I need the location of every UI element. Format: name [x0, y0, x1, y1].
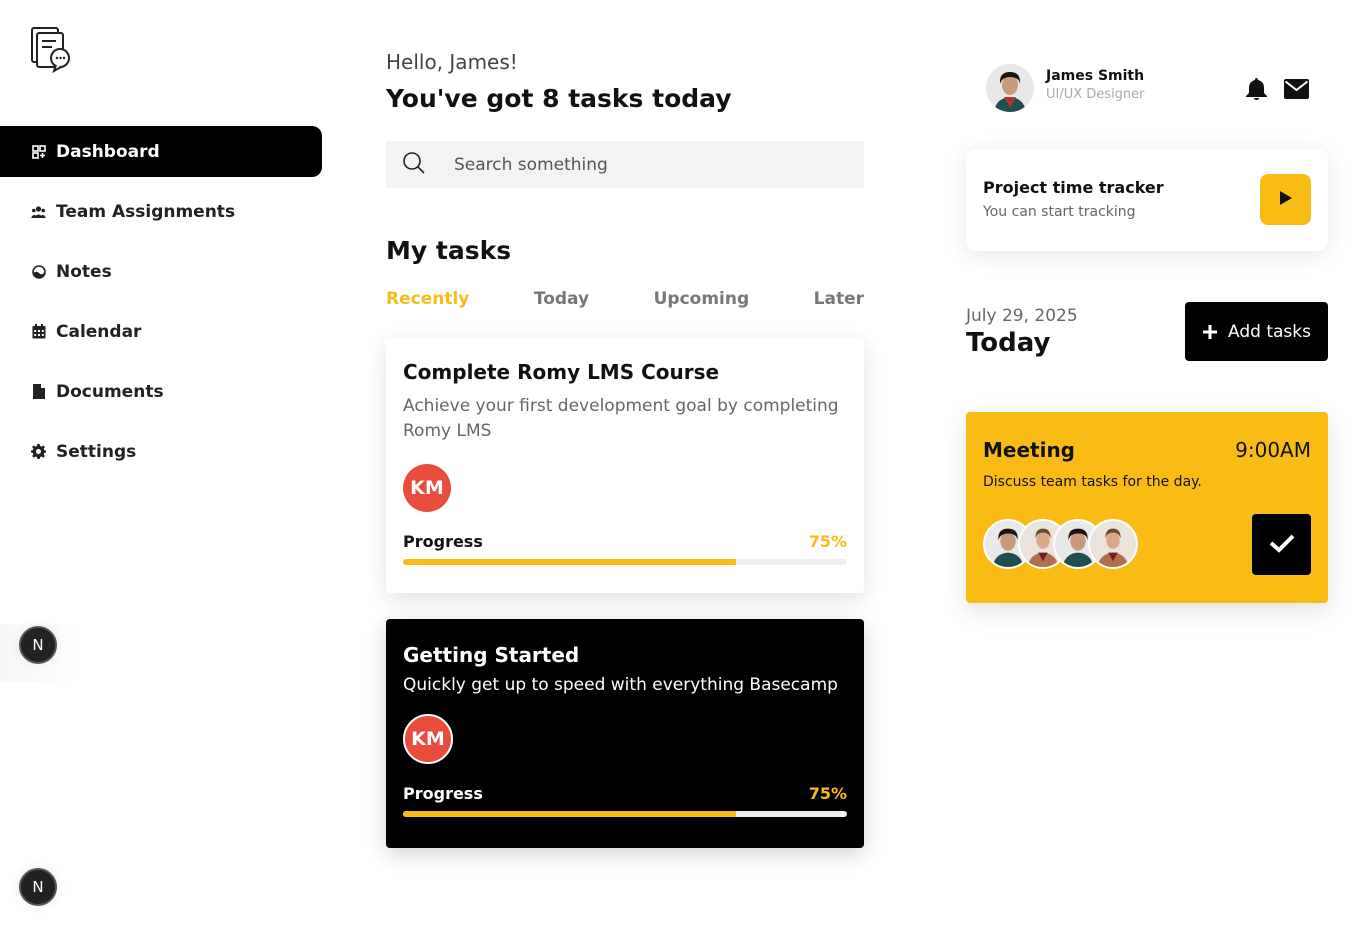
task-description: Quickly get up to speed with everything … — [403, 675, 838, 695]
task-description: Achieve your first development goal by c… — [403, 396, 839, 441]
sidebar-item-calendar[interactable]: Calendar — [0, 306, 322, 357]
sidebar-item-label: Documents — [56, 381, 164, 402]
notification-bell-icon[interactable] — [1245, 77, 1268, 101]
user-name: James Smith — [1046, 68, 1145, 84]
schedule-day-label: Today — [966, 328, 1051, 358]
fab-label: N — [32, 636, 44, 654]
tab-today[interactable]: Today — [534, 289, 589, 309]
gear-icon — [31, 444, 46, 459]
sidebar-item-dashboard[interactable]: Dashboard — [0, 126, 322, 177]
sidebar-nav: Dashboard Team Assignments Notes Calenda… — [0, 126, 322, 486]
task-title: Complete Romy LMS Course — [403, 360, 720, 384]
team-icon — [31, 204, 46, 219]
tracker-title: Project time tracker — [983, 178, 1164, 197]
tab-later[interactable]: Later — [814, 289, 864, 309]
meeting-title: Meeting — [983, 438, 1076, 462]
sidebar-item-label: Calendar — [56, 321, 142, 342]
tab-recently[interactable]: Recently — [386, 289, 469, 309]
progress-label: Progress — [403, 784, 483, 803]
add-tasks-label: Add tasks — [1228, 321, 1311, 342]
schedule-date: July 29, 2025 — [966, 306, 1078, 326]
search-bar[interactable] — [386, 141, 864, 188]
my-tasks-title: My tasks — [386, 236, 512, 265]
meeting-time: 9:00AM — [1235, 438, 1311, 462]
progress-value: 75% — [808, 784, 847, 803]
task-card[interactable]: Getting Started Quickly get up to speed … — [386, 619, 864, 848]
progress-bar — [403, 559, 847, 565]
sidebar-item-team-assignments[interactable]: Team Assignments — [0, 186, 322, 237]
fab-label: N — [32, 878, 44, 896]
tracker-subtitle: You can start tracking — [983, 204, 1136, 220]
progress-label: Progress — [403, 532, 483, 551]
sidebar-item-label: Notes — [56, 261, 112, 282]
attendee-avatar[interactable] — [1088, 519, 1138, 569]
time-tracker-card: Project time tracker You can start track… — [966, 149, 1328, 251]
progress-row: Progress 75% — [403, 784, 847, 803]
calendar-icon — [31, 324, 46, 339]
user-avatar[interactable] — [986, 64, 1034, 112]
sidebar-item-label: Settings — [56, 441, 137, 462]
progress-bar-fill — [403, 559, 736, 565]
meeting-card[interactable]: Meeting 9:00AM Discuss team tasks for th… — [966, 412, 1328, 603]
meeting-description: Discuss team tasks for the day. — [983, 474, 1202, 490]
mail-icon[interactable] — [1284, 79, 1309, 99]
dashboard-icon — [31, 144, 46, 159]
next-fab-button[interactable]: N — [19, 626, 57, 664]
sidebar-item-label: Team Assignments — [56, 201, 236, 222]
progress-bar — [403, 811, 847, 817]
notes-icon — [31, 264, 46, 279]
task-title: Getting Started — [403, 643, 580, 667]
progress-row: Progress 75% — [403, 532, 847, 551]
document-icon — [31, 384, 46, 399]
task-tabs: Recently Today Upcoming Later — [386, 289, 864, 309]
complete-meeting-button[interactable] — [1252, 514, 1311, 575]
task-card[interactable]: Complete Romy LMS Course Achieve your fi… — [386, 338, 864, 593]
search-input[interactable] — [454, 154, 834, 175]
sidebar-item-documents[interactable]: Documents — [0, 366, 322, 417]
sidebar-item-settings[interactable]: Settings — [0, 426, 322, 477]
sidebar-item-notes[interactable]: Notes — [0, 246, 322, 297]
search-icon — [402, 151, 426, 179]
greeting-text: Hello, James! — [386, 50, 518, 74]
assignee-avatar[interactable]: KM — [403, 714, 453, 764]
start-tracking-button[interactable] — [1260, 174, 1311, 225]
plus-icon — [1202, 320, 1218, 344]
progress-bar-fill — [403, 811, 736, 817]
user-role: UI/UX Designer — [1046, 87, 1145, 102]
add-tasks-button[interactable]: Add tasks — [1185, 302, 1328, 361]
play-icon — [1279, 190, 1293, 210]
assignee-avatar[interactable]: KM — [403, 464, 451, 512]
progress-value: 75% — [808, 532, 847, 551]
sidebar-item-label: Dashboard — [56, 141, 160, 162]
page-title: You've got 8 tasks today — [386, 84, 732, 113]
checkmark-icon — [1269, 533, 1295, 557]
tab-upcoming[interactable]: Upcoming — [654, 289, 750, 309]
app-logo-icon[interactable] — [30, 26, 72, 74]
next-fab-button-bottom[interactable]: N — [19, 868, 57, 906]
